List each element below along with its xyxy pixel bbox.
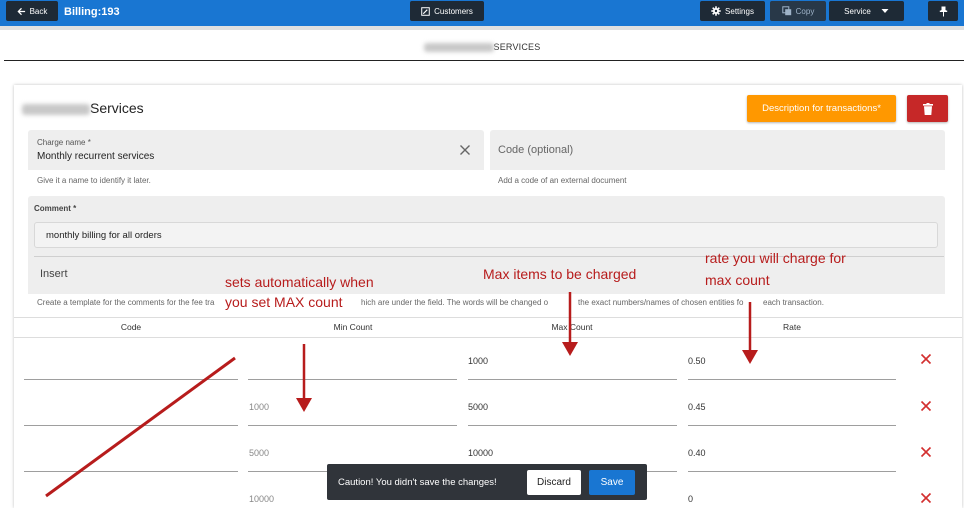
charge-name-label: Charge name * bbox=[37, 138, 91, 147]
section-title: SERVICES bbox=[0, 42, 964, 53]
back-button-label: Back bbox=[29, 6, 48, 16]
code-hint: Add a code of an external document bbox=[498, 176, 627, 185]
min-count-value-row-3: 5000 bbox=[249, 448, 270, 458]
copy-icon bbox=[781, 6, 791, 16]
annotation-rate-line-1: rate you will charge for bbox=[705, 250, 846, 266]
table-header-border bbox=[14, 337, 962, 338]
comment-input[interactable] bbox=[34, 222, 938, 248]
min-count-input-row-2[interactable] bbox=[248, 425, 457, 426]
pin-icon bbox=[939, 6, 947, 16]
unsaved-changes-message: Caution! You didn't save the changes! bbox=[338, 477, 497, 488]
insert-dropdown[interactable]: Insert bbox=[40, 268, 68, 280]
arrow-left-icon bbox=[17, 7, 25, 15]
customers-button[interactable]: Customers bbox=[410, 1, 484, 21]
column-header-min-count: Min Count bbox=[333, 322, 373, 332]
close-icon bbox=[920, 400, 932, 412]
column-header-rate: Rate bbox=[783, 322, 801, 332]
redacted-text bbox=[423, 43, 494, 53]
rate-input-row-3[interactable] bbox=[688, 471, 896, 472]
charge-name-value: Monthly recurrent services bbox=[37, 151, 155, 162]
section-title-text: SERVICES bbox=[493, 42, 541, 52]
code-input-row-2[interactable] bbox=[24, 425, 238, 426]
save-button[interactable]: Save bbox=[589, 470, 635, 495]
max-count-input-row-2[interactable] bbox=[468, 425, 677, 426]
trash-icon bbox=[922, 102, 933, 115]
remove-row-1-button[interactable] bbox=[920, 353, 932, 368]
close-icon bbox=[920, 446, 932, 458]
close-icon bbox=[460, 145, 470, 155]
charge-name-hint: Give it a name to identify it later. bbox=[37, 176, 151, 185]
settings-button-label: Settings bbox=[725, 6, 754, 16]
table-top-border bbox=[14, 317, 962, 318]
annotation-min-line-2: you set MAX count bbox=[225, 294, 343, 310]
copy-button-label: Copy bbox=[795, 6, 815, 16]
card-title-text: Services bbox=[90, 100, 144, 116]
code-placeholder: Code (optional) bbox=[498, 144, 574, 156]
comment-hint-mid: hich are under the field. The words will… bbox=[361, 298, 549, 307]
rate-input-row-1[interactable] bbox=[688, 379, 896, 380]
comment-hint-left: Create a template for the comments for t… bbox=[37, 298, 215, 307]
max-count-value-row-3: 10000 bbox=[468, 448, 494, 458]
redacted-text bbox=[22, 103, 90, 115]
annotation-min-line-1: sets automatically when bbox=[225, 274, 374, 290]
comment-value: monthly billing for all orders bbox=[46, 230, 162, 241]
min-count-value-row-4: 10000 bbox=[249, 494, 275, 504]
page-title: Billing:193 bbox=[64, 6, 120, 18]
comment-label: Comment * bbox=[34, 204, 77, 213]
discard-button[interactable]: Discard bbox=[527, 470, 581, 495]
service-dropdown[interactable]: Service bbox=[829, 1, 904, 21]
column-header-max-count: Max Count bbox=[551, 322, 593, 332]
caret-down-icon bbox=[881, 9, 889, 13]
edit-document-icon bbox=[421, 6, 430, 16]
rate-value-row-1: 0.50 bbox=[688, 356, 706, 366]
pin-button[interactable] bbox=[928, 1, 958, 21]
remove-row-2-button[interactable] bbox=[920, 400, 932, 415]
min-count-value-row-2: 1000 bbox=[249, 402, 270, 412]
back-button[interactable]: Back bbox=[6, 1, 58, 21]
rate-value-row-4: 0 bbox=[688, 494, 694, 504]
code-input-row-3[interactable] bbox=[24, 471, 238, 472]
rate-value-row-2: 0.45 bbox=[688, 402, 706, 412]
comment-hint-end: each transaction. bbox=[763, 298, 824, 307]
max-count-value-row-1: 1000 bbox=[468, 356, 489, 366]
charge-name-field[interactable] bbox=[28, 130, 484, 170]
rate-value-row-3: 0.40 bbox=[688, 448, 706, 458]
top-bar-shadow bbox=[0, 26, 964, 30]
gear-icon bbox=[711, 6, 721, 16]
code-input-row-1[interactable] bbox=[24, 379, 238, 380]
close-icon bbox=[920, 492, 932, 504]
description-for-transactions-button[interactable]: Description for transactions* bbox=[747, 95, 896, 122]
max-count-input-row-1[interactable] bbox=[468, 379, 677, 380]
annotation-rate-line-2: max count bbox=[705, 272, 770, 288]
remove-row-3-button[interactable] bbox=[920, 446, 932, 461]
clear-field-button[interactable] bbox=[459, 143, 471, 161]
column-header-code: Code bbox=[120, 322, 142, 332]
delete-button[interactable] bbox=[907, 95, 948, 122]
card-title: Services bbox=[22, 100, 144, 116]
service-dropdown-label: Service bbox=[844, 6, 871, 16]
comment-hint-right: the exact numbers/names of chosen entiti… bbox=[578, 298, 744, 307]
copy-button[interactable]: Copy bbox=[770, 1, 826, 21]
settings-button[interactable]: Settings bbox=[700, 1, 765, 21]
close-icon bbox=[920, 353, 932, 365]
max-count-value-row-2: 5000 bbox=[468, 402, 489, 412]
annotation-max: Max items to be charged bbox=[483, 266, 637, 282]
remove-row-4-button[interactable] bbox=[920, 492, 932, 507]
customers-button-label: Customers bbox=[434, 6, 473, 16]
rate-input-row-2[interactable] bbox=[688, 425, 896, 426]
min-count-input-row-1[interactable] bbox=[248, 379, 457, 380]
